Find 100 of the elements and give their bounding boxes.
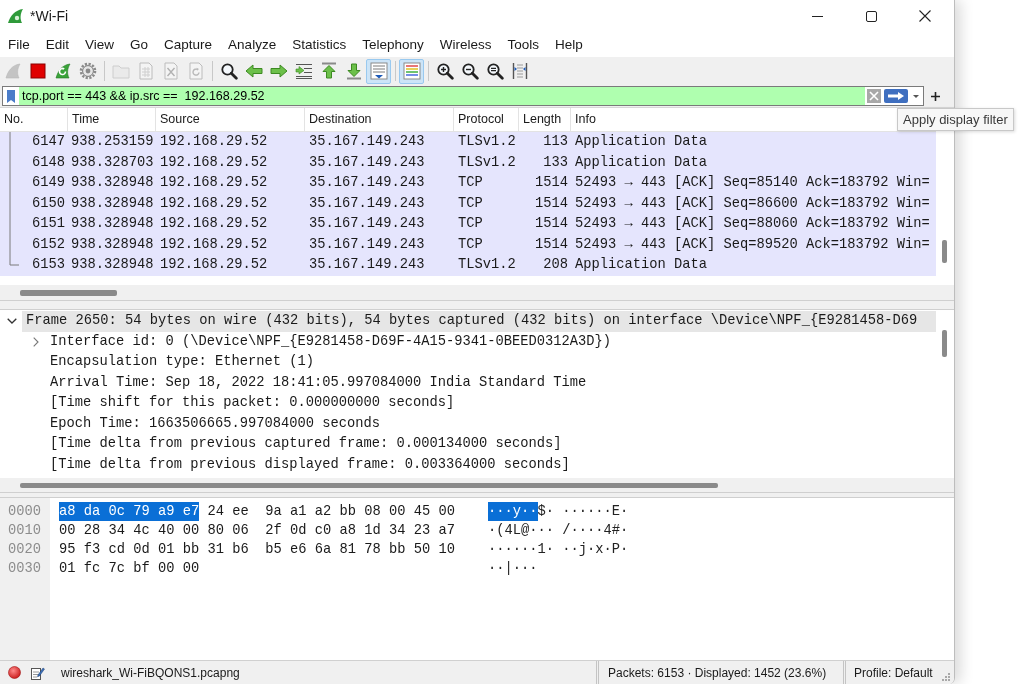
menu-item[interactable]: Help — [547, 34, 591, 55]
stop-icon — [28, 62, 47, 80]
table-cell-text: 35.167.149.243 — [308, 235, 426, 254]
restart-icon — [53, 62, 72, 80]
table-cell-text: 52493 → 443 [ACK] Seq=88060 Ack=183792 Win= — [574, 215, 931, 234]
table-cell-text: 6153 — [31, 256, 66, 275]
selected-ascii-bytes: ···y·· — [488, 502, 538, 521]
tree-item[interactable]: [Time shift for this packet: 0.000000000 seconds] — [46, 393, 936, 414]
profile-label[interactable]: Profile: Default — [854, 663, 933, 682]
vertical-scrollbar[interactable] — [942, 330, 947, 357]
table-cell-text: 6150 — [31, 194, 66, 213]
table-cell-text: 1514 — [534, 174, 569, 193]
clear-icon — [867, 89, 881, 103]
table-cell-text: 208 — [542, 256, 569, 275]
table-cell-text: 35.167.149.243 — [308, 215, 426, 234]
arrow-lines-icon — [294, 62, 313, 80]
apply-button[interactable] — [883, 88, 908, 104]
hex-bytes: 95 f3 cd 0d 01 bb 31 b6 b5 e6 6a 81 78 bb 50 10 — [59, 541, 456, 559]
tree-item[interactable]: Arrival Time: Sep 18, 2022 18:41:05.997084000 India Standard Time — [46, 372, 936, 393]
folder-icon — [111, 62, 130, 80]
table-cell-text: 192.168.29.52 — [159, 235, 269, 254]
table-cell-text: 938.328948 — [70, 174, 155, 193]
ascii-bytes: ·(4L@··· /····4#· — [488, 522, 629, 540]
menu-item[interactable]: Go — [122, 34, 157, 55]
right-arrow-icon — [269, 62, 288, 80]
table-cell-text: 133 — [542, 153, 569, 172]
table-cell-text: 1514 — [534, 235, 569, 254]
table-cell-text: TLSv1.2 — [457, 133, 517, 152]
table-cell-text: 35.167.149.243 — [308, 194, 426, 213]
caret-down-icon — [913, 94, 919, 98]
tree-item[interactable]: [Time delta from previous displayed frame: 0.003364000 seconds] — [46, 454, 936, 475]
selected-hex-bytes: a8 da 0c 79 a9 e7 — [59, 502, 200, 521]
chevron-right-icon[interactable] — [33, 336, 39, 347]
table-cell-text: 6149 — [31, 174, 66, 193]
minimize-icon — [811, 15, 823, 17]
table-cell-text: TCP — [457, 174, 484, 193]
table-cell-text: 52493 → 443 [ACK] Seq=85140 Ack=183792 Win= — [574, 174, 931, 193]
gear-icon — [78, 62, 97, 80]
tree-item[interactable]: Encapsulation type: Ethernet (1) — [46, 352, 936, 373]
byte-offset: 0020 — [7, 541, 42, 559]
table-cell-text: TCP — [457, 215, 484, 234]
menu-item[interactable]: Wireless — [431, 34, 500, 55]
resize-grip-icon[interactable] — [941, 672, 951, 682]
menu-item[interactable]: Tools — [499, 34, 547, 55]
menu-item[interactable]: Capture — [156, 34, 221, 55]
document-x-icon — [161, 62, 180, 80]
menu-item[interactable]: Edit — [37, 34, 78, 55]
tree-item[interactable]: Frame 2650: 54 bytes on wire (432 bits), 54 bytes captured (432 bits) on interface \Device\NPF_{E9281458-D69 — [22, 311, 936, 332]
menu-item[interactable]: Analyze — [220, 34, 285, 55]
menu-item[interactable]: File — [0, 34, 38, 55]
table-cell-text: Application Data — [574, 256, 709, 275]
tree-item[interactable]: [Time delta from previous captured frame: 0.000134000 seconds] — [46, 434, 936, 455]
document-reload-icon — [186, 62, 205, 80]
table-cell-text: 35.167.149.243 — [308, 133, 426, 152]
table-cell-text: 6152 — [31, 235, 66, 254]
table-cell-text: 6147 — [31, 133, 66, 152]
table-cell-text: 192.168.29.52 — [159, 153, 269, 172]
columns-icon — [510, 62, 529, 80]
table-cell-text: 192.168.29.52 — [159, 215, 269, 234]
table-cell-text: 938.328948 — [70, 235, 155, 254]
circle-icon[interactable] — [8, 666, 21, 679]
table-cell-text: 938.328948 — [70, 215, 155, 234]
chevron-down-icon[interactable] — [7, 318, 17, 325]
grid-document-icon — [136, 62, 155, 80]
plus-icon — [930, 91, 940, 101]
striped-lines-icon — [402, 62, 421, 80]
hex-bytes: 01 fc 7c bf 00 00 — [59, 560, 200, 578]
bookmark-icon — [7, 89, 15, 103]
tree-item[interactable]: Epoch Time: 1663506665.997084000 seconds — [46, 413, 936, 434]
horizontal-scrollbar[interactable] — [20, 483, 718, 488]
zoom-in-icon — [435, 62, 454, 80]
display-filter-input[interactable]: tcp.port == 443 && ip.src == 192.168.29.52 — [19, 87, 865, 105]
vertical-scrollbar[interactable] — [942, 240, 947, 263]
down-arrow-icon — [344, 62, 363, 80]
search-icon — [219, 62, 238, 80]
table-cell-text: Application Data — [574, 153, 709, 172]
table-cell-text: 938.328703 — [70, 153, 155, 172]
tree-item[interactable]: Interface id: 0 (\Device\NPF_{E9281458-D69F-4A15-9341-0BEED0312A3D}) — [46, 331, 936, 352]
menu-item[interactable]: Telephony — [354, 34, 432, 55]
hex-bytes: 24 ee 9a a1 a2 bb 08 00 45 00 — [207, 503, 456, 521]
table-cell-text: 1514 — [534, 194, 569, 213]
table-cell-text: 6151 — [31, 215, 66, 234]
table-cell-text: 52493 → 443 [ACK] Seq=89520 Ack=183792 Win= — [574, 235, 931, 254]
close-icon — [919, 10, 931, 22]
menu-item[interactable]: Statistics — [284, 34, 355, 55]
table-cell-text: 192.168.29.52 — [159, 256, 269, 275]
menu-item[interactable]: View — [77, 34, 123, 55]
horizontal-scrollbar[interactable] — [20, 290, 117, 296]
up-arrow-icon — [319, 62, 338, 80]
table-cell-text: 113 — [542, 133, 569, 152]
table-cell-text: 35.167.149.243 — [308, 153, 426, 172]
byte-offset: 0030 — [7, 560, 42, 578]
clear-button[interactable] — [866, 88, 882, 104]
table-cell-text: TCP — [457, 194, 484, 213]
capture-file-name: wireshark_Wi-FiBQONS1.pcapng — [61, 664, 240, 682]
table-cell-text: 192.168.29.52 — [159, 174, 269, 193]
maximize-icon — [865, 10, 877, 22]
scroll-list-icon — [369, 62, 388, 80]
edit-icon[interactable] — [31, 665, 45, 680]
table-cell-text: 35.167.149.243 — [308, 256, 426, 275]
